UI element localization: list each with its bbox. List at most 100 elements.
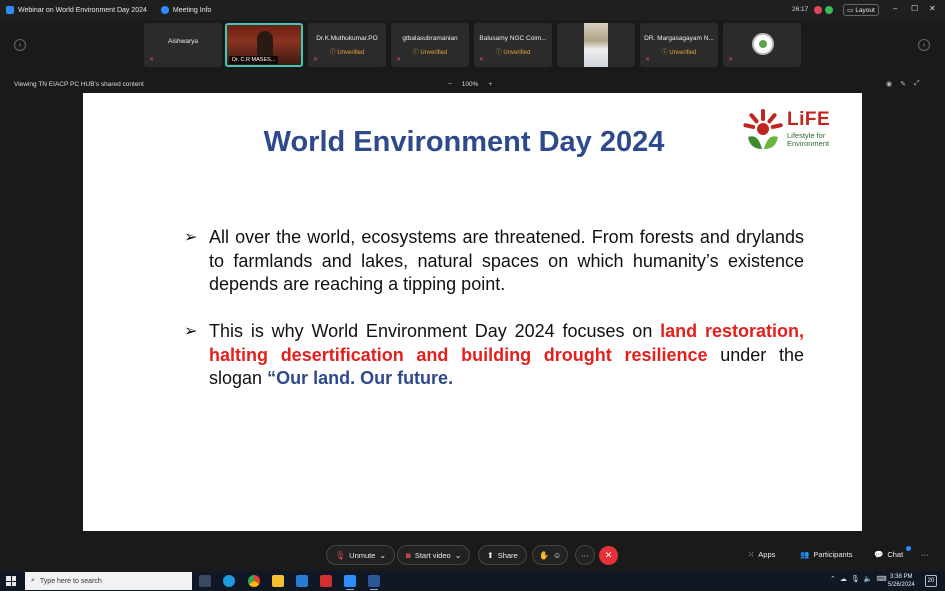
chevron-down-icon[interactable]: ⌄ [455, 551, 462, 560]
bullet-arrow-icon: ➢ [184, 229, 198, 246]
zoom-level: 100% [461, 81, 479, 88]
unverified-badge: ⓘ Unverified [495, 50, 531, 56]
share-label: Share [497, 550, 518, 560]
edge-browser-icon[interactable] [223, 575, 235, 587]
participant-video-person [257, 31, 273, 59]
participant-tile[interactable]: gtbalasubramanian ⓘ Unverified ✕ [391, 23, 469, 67]
recording-indicator-icon[interactable] [814, 6, 822, 14]
zoom-app-icon [6, 6, 14, 14]
end-call-button[interactable]: ✕ [599, 546, 618, 565]
emoji-reaction-icon[interactable]: ☺ [553, 551, 561, 560]
chat-bubble-icon: 💬 [874, 550, 884, 559]
chat-button[interactable]: 💬 Chat [874, 550, 903, 559]
participant-tile[interactable]: Dr.K.Muthukumar.PO ⓘ Unverified ✕ [308, 23, 386, 67]
notification-count: 20 [927, 578, 935, 584]
meeting-timer: 26:17 [792, 6, 809, 13]
shield-icon[interactable] [160, 6, 169, 14]
shared-slide: World Environment Day 2024 LiFE Lifestyl… [83, 93, 862, 531]
search-icon: ⌕ [31, 577, 35, 584]
mic-off-icon: 🎙 [335, 550, 346, 560]
sharing-status-text: Viewing TN EIACP PC HUB's shared content [14, 81, 144, 88]
participant-tile[interactable]: DR. Margasagayam N... ⓘ Unverified ✕ [640, 23, 718, 67]
system-tray: ⌃ ☁ 🎙 🔈 ⌨ [830, 575, 887, 583]
more-icon: ··· [581, 550, 589, 560]
participant-tile-active-speaker[interactable]: Dr. C.R MASES... [225, 23, 303, 67]
search-placeholder: Type here to search [39, 577, 102, 585]
participants-button[interactable]: 👥 Participants [800, 550, 853, 559]
fullscreen-icon[interactable]: ⤢ [914, 80, 920, 88]
life-wordmark: LiFE [787, 109, 831, 130]
mic-icon[interactable]: 🎙 [851, 575, 860, 583]
participants-label: Participants [813, 550, 853, 559]
close-window-button[interactable]: ✕ [929, 4, 936, 13]
task-view-icon[interactable] [199, 575, 211, 587]
security-indicator-icon[interactable] [825, 6, 833, 14]
unverified-badge: ⓘ Unverified [412, 50, 448, 56]
muted-mic-icon: ✕ [645, 57, 651, 63]
start-video-button[interactable]: ◙ Start video ⌄ [397, 545, 471, 565]
view-settings-icon[interactable]: ◉ [886, 80, 892, 88]
apps-label: Apps [758, 550, 776, 559]
photos-app-icon[interactable] [296, 575, 308, 587]
slide-bullet-1: ➢ All over the world, ecosystems are thr… [184, 226, 804, 297]
word-app-icon[interactable] [368, 575, 380, 590]
taskbar-search-box[interactable]: ⌕ Type here to search [25, 572, 192, 590]
annotate-icon[interactable]: ✎ [900, 80, 906, 88]
minimize-button[interactable]: – [893, 4, 897, 13]
more-button[interactable]: ··· [575, 545, 595, 565]
windows-start-icon[interactable] [6, 576, 16, 586]
zoom-out-button[interactable]: − [448, 81, 452, 88]
participant-logo-avatar [752, 33, 774, 55]
chat-label: Chat [887, 550, 904, 559]
windows-taskbar: ⌕ Type here to search ⌃ ☁ 🎙 🔈 ⌨ 3:38 PM … [0, 571, 945, 591]
muted-mic-icon: ✕ [479, 57, 485, 63]
share-screen-icon: ⬆ [487, 550, 494, 560]
life-logo: LiFE Lifestyle for Environment [742, 107, 842, 153]
file-explorer-icon[interactable] [272, 575, 284, 587]
maximize-button[interactable]: ☐ [911, 4, 918, 13]
zoom-in-button[interactable]: + [488, 81, 492, 88]
notification-center-icon[interactable]: 20 [925, 575, 937, 587]
participant-tile[interactable]: Balusamy NGC Coim... ⓘ Unverified ✕ [474, 23, 552, 67]
muted-mic-icon: ✕ [396, 57, 402, 63]
reactions-group: ✋ ☺ [532, 545, 569, 565]
taskbar-clock[interactable]: 3:38 PM 5/26/2024 [888, 573, 915, 589]
people-icon: 👥 [800, 550, 810, 559]
meeting-controls: 🎙 Unmute ⌄ ◙ Start video ⌄ ⬆ Share ✋ ☺ ·… [0, 540, 945, 572]
raise-hand-icon[interactable]: ✋ [539, 551, 549, 560]
pdf-reader-icon[interactable] [320, 575, 332, 587]
participant-name: gtbalasubramanian [402, 35, 458, 42]
volume-icon[interactable]: 🔈 [864, 575, 873, 583]
chat-notification-dot [906, 546, 911, 551]
unmute-label: Unmute [349, 550, 376, 560]
bullet-text: This is why World Environment Day 2024 f… [209, 320, 804, 391]
chrome-browser-icon[interactable] [248, 575, 260, 587]
chevron-up-icon[interactable]: ⌃ [830, 575, 836, 583]
language-icon[interactable]: ⌨ [876, 575, 886, 583]
clock-time: 3:38 PM [890, 574, 913, 580]
start-video-label: Start video [414, 550, 451, 560]
apps-grid-icon: ⁙ [748, 550, 755, 559]
camera-off-icon: ◙ [406, 550, 411, 560]
cloud-icon[interactable]: ☁ [840, 575, 847, 583]
muted-mic-icon: ✕ [313, 57, 319, 63]
apps-button[interactable]: ⁙ Apps [748, 550, 775, 559]
participant-tile[interactable] [557, 23, 635, 67]
chevron-down-icon[interactable]: ⌄ [379, 551, 386, 560]
window-title: Webinar on World Environment Day 2024 [18, 6, 147, 14]
meeting-info-link[interactable]: Meeting Info [173, 7, 212, 14]
participant-tile[interactable]: Aishwarya ✕ [144, 23, 222, 67]
zoom-taskbar-icon[interactable] [344, 575, 356, 590]
participant-tile[interactable]: ✕ [723, 23, 801, 67]
share-button[interactable]: ⬆ Share [478, 545, 527, 565]
muted-mic-icon: ✕ [149, 57, 155, 63]
overflow-menu-icon[interactable]: ··· [921, 550, 929, 559]
share-view-bar: Viewing TN EIACP PC HUB's shared content… [0, 78, 945, 92]
participant-name: Dr. C.R MASES... [229, 56, 279, 64]
unmute-button[interactable]: 🎙 Unmute ⌄ [326, 545, 396, 565]
strip-prev-arrow-icon[interactable]: ‹ [14, 39, 26, 51]
zoom-controls: − 100% + [448, 81, 492, 88]
layout-button[interactable]: ▭ Layout [843, 4, 879, 16]
strip-next-arrow-icon[interactable]: › [918, 39, 930, 51]
layout-label: Layout [855, 6, 875, 14]
